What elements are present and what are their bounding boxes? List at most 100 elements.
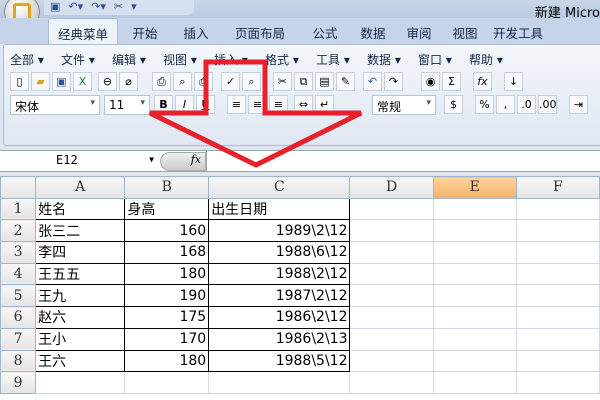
insert-function-button[interactable]: fx xyxy=(160,152,206,171)
cell-c[interactable]: 1987\2\12 xyxy=(208,284,351,308)
cell-e[interactable] xyxy=(432,262,517,286)
cell-e[interactable] xyxy=(432,284,517,308)
menu-help[interactable]: 帮助 ▾ xyxy=(469,51,520,68)
row-header[interactable]: 1 xyxy=(0,197,37,221)
cell-e[interactable] xyxy=(432,197,517,221)
cell-e[interactable] xyxy=(432,349,517,373)
comma-button[interactable]: , xyxy=(496,95,515,114)
underline-button[interactable]: U xyxy=(196,95,215,114)
cell-c[interactable]: 1986\2\13 xyxy=(208,327,351,351)
undo-icon[interactable]: ↶▾ xyxy=(68,0,83,15)
excel-icon[interactable]: X xyxy=(73,72,92,91)
percent-button[interactable]: % xyxy=(475,95,494,114)
wrap-text-icon[interactable]: ↵ xyxy=(315,95,334,114)
row-header[interactable]: 9 xyxy=(0,371,37,394)
cell-a[interactable] xyxy=(35,371,126,394)
cell-d[interactable] xyxy=(349,349,434,373)
paste-icon[interactable]: ▤ xyxy=(315,72,334,91)
cell-d[interactable] xyxy=(349,306,434,329)
column-header-a[interactable]: A xyxy=(35,176,126,199)
number-format-select[interactable]: 常规 xyxy=(372,95,436,115)
align-left-icon[interactable]: ≡ xyxy=(227,95,246,114)
cell-b[interactable]: 190 xyxy=(124,284,210,308)
cell-b[interactable]: 180 xyxy=(124,262,210,286)
cut-icon[interactable]: ✂ xyxy=(273,72,292,91)
select-all-corner[interactable] xyxy=(0,176,37,199)
italic-button[interactable]: I xyxy=(175,95,194,114)
row-header[interactable]: 8 xyxy=(0,349,37,373)
cell-e[interactable] xyxy=(432,306,517,329)
merge-center-icon[interactable]: ⇔ xyxy=(294,95,313,114)
tools-icon[interactable]: ✂ xyxy=(114,0,123,15)
cell-f[interactable] xyxy=(515,241,600,264)
menu-all[interactable]: 全部 ▾ xyxy=(10,51,61,68)
permission-icon[interactable]: ⊖ xyxy=(98,72,117,91)
tab-home[interactable]: 开始 xyxy=(118,18,172,44)
tab-insert[interactable]: 插入 xyxy=(172,18,220,44)
print-preview-icon[interactable]: ⌕ xyxy=(173,72,192,91)
column-header-e[interactable]: E xyxy=(432,176,517,199)
cell-f[interactable] xyxy=(515,349,600,373)
redo-icon[interactable]: ↷ xyxy=(384,72,403,91)
tab-view[interactable]: 视图 xyxy=(442,18,488,44)
menu-file[interactable]: 文件 ▾ xyxy=(61,51,112,68)
row-header[interactable]: 7 xyxy=(0,327,37,351)
cell-b[interactable] xyxy=(124,371,210,394)
cell-a[interactable]: 王九 xyxy=(35,284,126,308)
cell-d[interactable] xyxy=(349,197,434,221)
insert-function-icon[interactable]: fx xyxy=(473,72,492,91)
cell-a[interactable]: 赵六 xyxy=(35,306,126,329)
align-center-icon[interactable]: ≡ xyxy=(248,95,267,114)
row-header[interactable]: 2 xyxy=(0,219,37,243)
cell-d[interactable] xyxy=(349,219,434,243)
column-header-b[interactable]: B xyxy=(124,176,210,199)
column-header-d[interactable]: D xyxy=(349,176,434,199)
cell-e[interactable] xyxy=(432,371,517,394)
customize-qat-icon[interactable]: ▾ xyxy=(131,0,137,15)
cell-f[interactable] xyxy=(515,284,600,308)
cell-b[interactable]: 175 xyxy=(124,306,210,329)
cell-f[interactable] xyxy=(515,197,600,221)
cell-f[interactable] xyxy=(515,306,600,329)
undo-icon[interactable]: ↶ xyxy=(363,72,382,91)
cell-a[interactable]: 王小 xyxy=(35,327,126,351)
cell-e[interactable] xyxy=(432,219,517,243)
tab-developer[interactable]: 开发工具 xyxy=(488,18,548,44)
menu-data[interactable]: 数据 ▾ xyxy=(367,51,418,68)
sort-icon[interactable]: ↓ xyxy=(504,72,523,91)
currency-icon[interactable]: $ xyxy=(444,95,463,114)
tab-formulas[interactable]: 公式 xyxy=(300,18,350,44)
cell-b[interactable]: 160 xyxy=(124,219,210,243)
open-folder-icon[interactable]: ▰ xyxy=(31,72,50,91)
font-name-select[interactable]: 宋体 xyxy=(10,95,100,115)
cell-f[interactable] xyxy=(515,262,600,286)
cell-a[interactable]: 王五五 xyxy=(35,262,126,286)
format-painter-icon[interactable]: ✎ xyxy=(336,72,355,91)
column-header-f[interactable]: F xyxy=(515,176,600,199)
cell-d[interactable] xyxy=(349,241,434,264)
cell-e[interactable] xyxy=(432,241,517,264)
print-icon[interactable]: ⎙ xyxy=(152,72,171,91)
cell-d[interactable] xyxy=(349,284,434,308)
name-box[interactable]: E12 xyxy=(0,151,158,172)
cell-a[interactable]: 张三二 xyxy=(35,219,126,243)
tab-data[interactable]: 数据 xyxy=(350,18,396,44)
cell-c[interactable]: 1988\6\12 xyxy=(208,241,351,264)
menu-window[interactable]: 窗口 ▾ xyxy=(418,51,469,68)
indent-icon[interactable]: ⇥ xyxy=(569,95,588,114)
row-header[interactable]: 4 xyxy=(0,262,37,286)
tab-classic-menu[interactable]: 经典菜单 xyxy=(48,18,118,44)
cell-c[interactable] xyxy=(208,371,351,394)
row-header[interactable]: 6 xyxy=(0,306,37,329)
tab-review[interactable]: 审阅 xyxy=(396,18,442,44)
cell-a[interactable]: 李四 xyxy=(35,241,126,264)
font-size-select[interactable]: 11 xyxy=(104,95,150,115)
cell-d[interactable] xyxy=(349,371,434,394)
autosum-icon[interactable]: Σ xyxy=(442,72,461,91)
hyperlink-icon[interactable]: ◉ xyxy=(421,72,440,91)
menu-format[interactable]: 格式 ▾ xyxy=(265,51,316,68)
align-right-icon[interactable]: ≡ xyxy=(269,95,288,114)
cell-f[interactable] xyxy=(515,371,600,394)
cell-b[interactable]: 170 xyxy=(124,327,210,351)
cell-a[interactable]: 姓名 xyxy=(35,197,126,221)
